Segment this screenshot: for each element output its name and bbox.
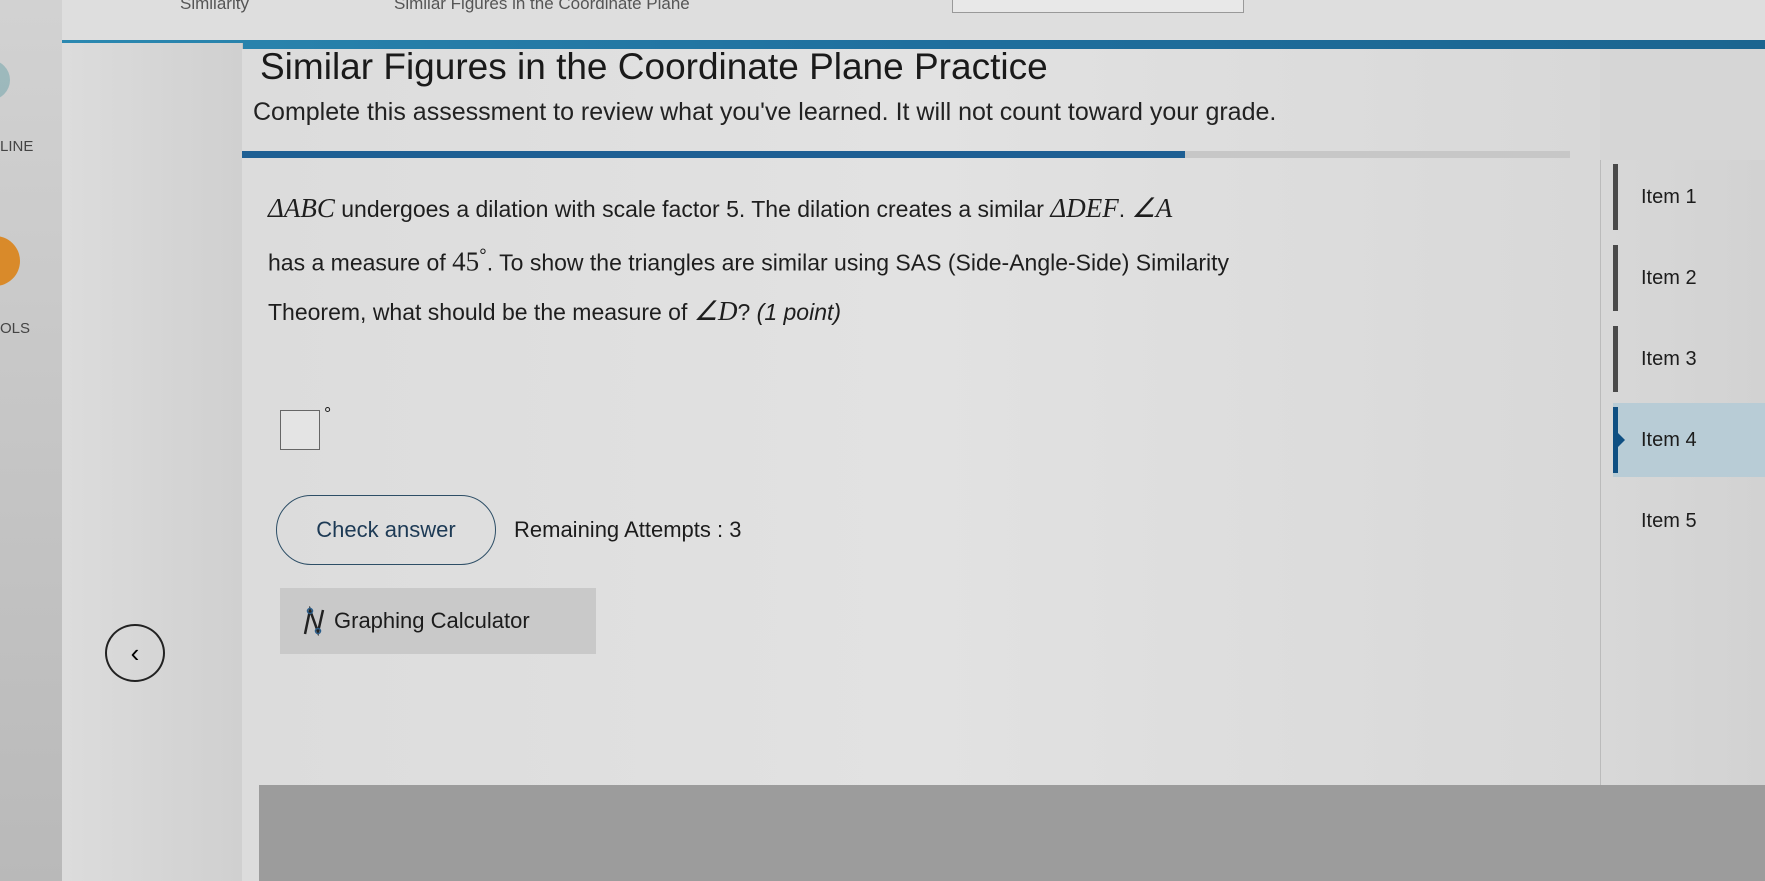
graph-icon [303, 606, 325, 636]
question-line-2: has a measure of 45°. To show the triang… [268, 246, 1229, 278]
item-navigation: Item 1 Item 2 Item 3 Item 4 Item 5 [1600, 160, 1765, 881]
page-title: Similar Figures in the Coordinate Plane … [260, 46, 1048, 87]
question-text: has a measure of [268, 249, 453, 276]
math-triangle-def: ΔDEF [1050, 193, 1119, 223]
graphing-calculator-label: Graphing Calculator [334, 608, 530, 633]
item-label: Item 4 [1641, 428, 1697, 451]
item-label: Item 3 [1641, 347, 1697, 370]
current-item-arrow-icon [1617, 432, 1625, 448]
item-5[interactable]: Item 5 [1613, 484, 1765, 558]
check-answer-button[interactable]: Check answer [276, 495, 496, 565]
main-content [242, 49, 1600, 881]
side-panel [62, 43, 243, 881]
back-button[interactable]: ‹ [105, 624, 165, 682]
item-indicator [1613, 245, 1618, 311]
math-angle-a: ∠A [1131, 193, 1173, 223]
page-subtitle: Complete this assessment to review what … [253, 98, 1277, 126]
chevron-left-icon: ‹ [130, 637, 140, 668]
left-rail [0, 0, 62, 881]
question-text: undergoes a dilation with scale factor 5… [334, 196, 1051, 222]
math-angle-d: ∠D [693, 296, 738, 326]
item-1[interactable]: Item 1 [1613, 160, 1765, 234]
question-line-1: ΔABC undergoes a dilation with scale fac… [268, 193, 1172, 224]
answer-input[interactable] [280, 410, 320, 450]
item-indicator [1613, 164, 1618, 230]
item-label: Item 2 [1641, 266, 1697, 289]
breadcrumb-current: Similar Figures in the Coordinate Plane [394, 0, 690, 13]
item-label: Item 1 [1641, 185, 1697, 208]
math-triangle-abc: ΔABC [268, 193, 335, 223]
question-text: . To show the triangles are similar usin… [486, 249, 1230, 276]
rail-label-tools[interactable]: OLS [0, 320, 30, 337]
graphing-calculator-button[interactable]: Graphing Calculator [280, 588, 596, 654]
item-label: Item 5 [1641, 509, 1697, 532]
item-4[interactable]: Item 4 [1613, 403, 1765, 477]
point-value: (1 point) [756, 299, 842, 325]
breadcrumb: Similarity Similar Figures in the Coordi… [62, 0, 1765, 40]
question-line-3: Theorem, what should be the measure of ∠… [268, 296, 841, 327]
progress-bar [242, 151, 1570, 158]
math-value: 45 [452, 246, 480, 277]
item-3[interactable]: Item 3 [1613, 322, 1765, 396]
item-2[interactable]: Item 2 [1613, 241, 1765, 315]
item-indicator [1613, 326, 1618, 392]
bottom-panel [259, 785, 1765, 881]
question-text: . [1118, 196, 1132, 222]
degree-unit: ° [324, 404, 332, 424]
remaining-attempts: Remaining Attempts : 3 [514, 517, 742, 542]
breadcrumb-similarity[interactable]: Similarity [180, 0, 249, 14]
question-text: ? [737, 299, 757, 325]
rail-label-line[interactable]: LINE [0, 138, 33, 155]
progress-fill [242, 151, 1185, 158]
degree-sign: ° [479, 246, 487, 267]
question-text: Theorem, what should be the measure of [268, 299, 694, 325]
header-field[interactable] [952, 0, 1244, 13]
